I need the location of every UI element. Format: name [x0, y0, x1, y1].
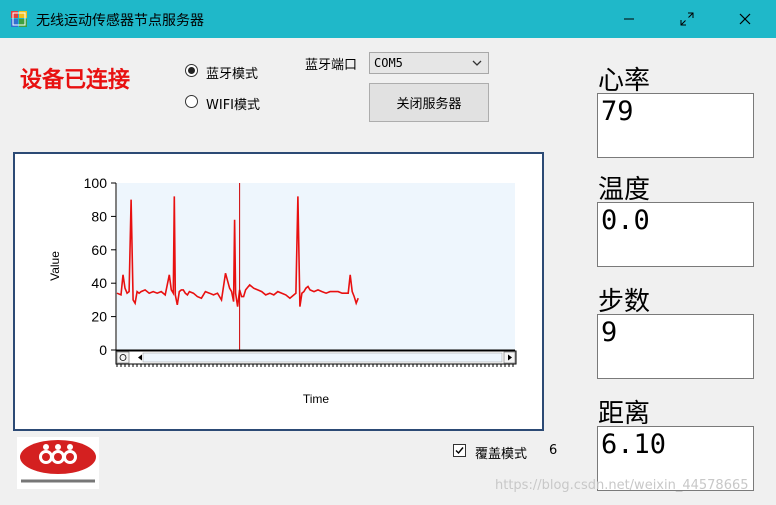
temperature-label: 温度	[598, 175, 651, 205]
competition-logo	[17, 437, 99, 489]
y-tick-label: 0	[99, 342, 107, 358]
radio-indicator[interactable]	[185, 95, 198, 108]
minimize-icon	[624, 18, 634, 20]
ecg-chart: 0 20 40 60 80 100 Value Time	[48, 175, 517, 406]
close-server-button[interactable]: 关闭服务器	[369, 83, 489, 122]
y-tick-label: 60	[91, 242, 107, 258]
close-button[interactable]	[716, 0, 774, 38]
maximize-icon	[680, 12, 694, 26]
y-tick-label: 80	[91, 208, 107, 224]
x-axis-label: Time	[303, 392, 330, 406]
temperature-field[interactable]: 0.0	[597, 202, 754, 267]
app-icon	[11, 11, 27, 27]
port-select[interactable]: COM5	[369, 52, 489, 74]
window-title: 无线运动传感器节点服务器	[36, 13, 204, 29]
temperature-value: 0.0	[601, 205, 650, 236]
plot-area	[117, 183, 515, 350]
radio-bluetooth-label[interactable]: 蓝牙模式	[206, 63, 258, 82]
radio-bluetooth[interactable]	[185, 64, 198, 77]
distance-value: 6.10	[601, 429, 667, 460]
steps-label: 步数	[598, 287, 651, 317]
distance-label: 距离	[598, 399, 651, 429]
chevron-down-icon	[472, 60, 482, 66]
zoom-reset-button[interactable]	[116, 351, 130, 364]
scrollbar-thumb[interactable]	[142, 352, 503, 363]
watermark: https://blog.csdn.net/weixin_44578665	[495, 478, 749, 493]
overlay-checkbox[interactable]	[453, 444, 466, 457]
steps-field[interactable]: 9	[597, 314, 754, 379]
minimize-button[interactable]	[600, 0, 658, 38]
port-label: 蓝牙端口	[305, 58, 358, 73]
steps-value: 9	[601, 317, 618, 348]
heart-rate-value: 79	[601, 96, 634, 127]
radio-wifi[interactable]	[185, 95, 198, 108]
heart-rate-label: 心率	[598, 66, 651, 96]
radio-wifi-label[interactable]: WIFI模式	[206, 94, 260, 113]
overlay-label[interactable]: 覆盖模式	[475, 443, 527, 462]
close-icon	[739, 13, 751, 25]
y-tick-label: 40	[91, 275, 107, 291]
chart-scrollbar[interactable]	[115, 350, 517, 367]
checkmark-icon	[455, 447, 464, 455]
connection-status: 设备已连接	[20, 67, 131, 93]
chart-panel: 0 20 40 60 80 100 Value Time	[13, 152, 544, 431]
maximize-button[interactable]	[658, 0, 716, 38]
radio-indicator[interactable]	[185, 64, 198, 77]
overlay-count: 6	[549, 443, 558, 458]
y-axis-label: Value	[48, 251, 62, 281]
radio-dot-icon	[188, 67, 195, 74]
title-bar: 无线运动传感器节点服务器	[0, 0, 776, 38]
y-tick-label: 20	[91, 309, 107, 325]
y-tick-label: 100	[84, 175, 108, 191]
heart-rate-field[interactable]: 79	[597, 93, 754, 158]
port-select-value: COM5	[374, 56, 403, 70]
